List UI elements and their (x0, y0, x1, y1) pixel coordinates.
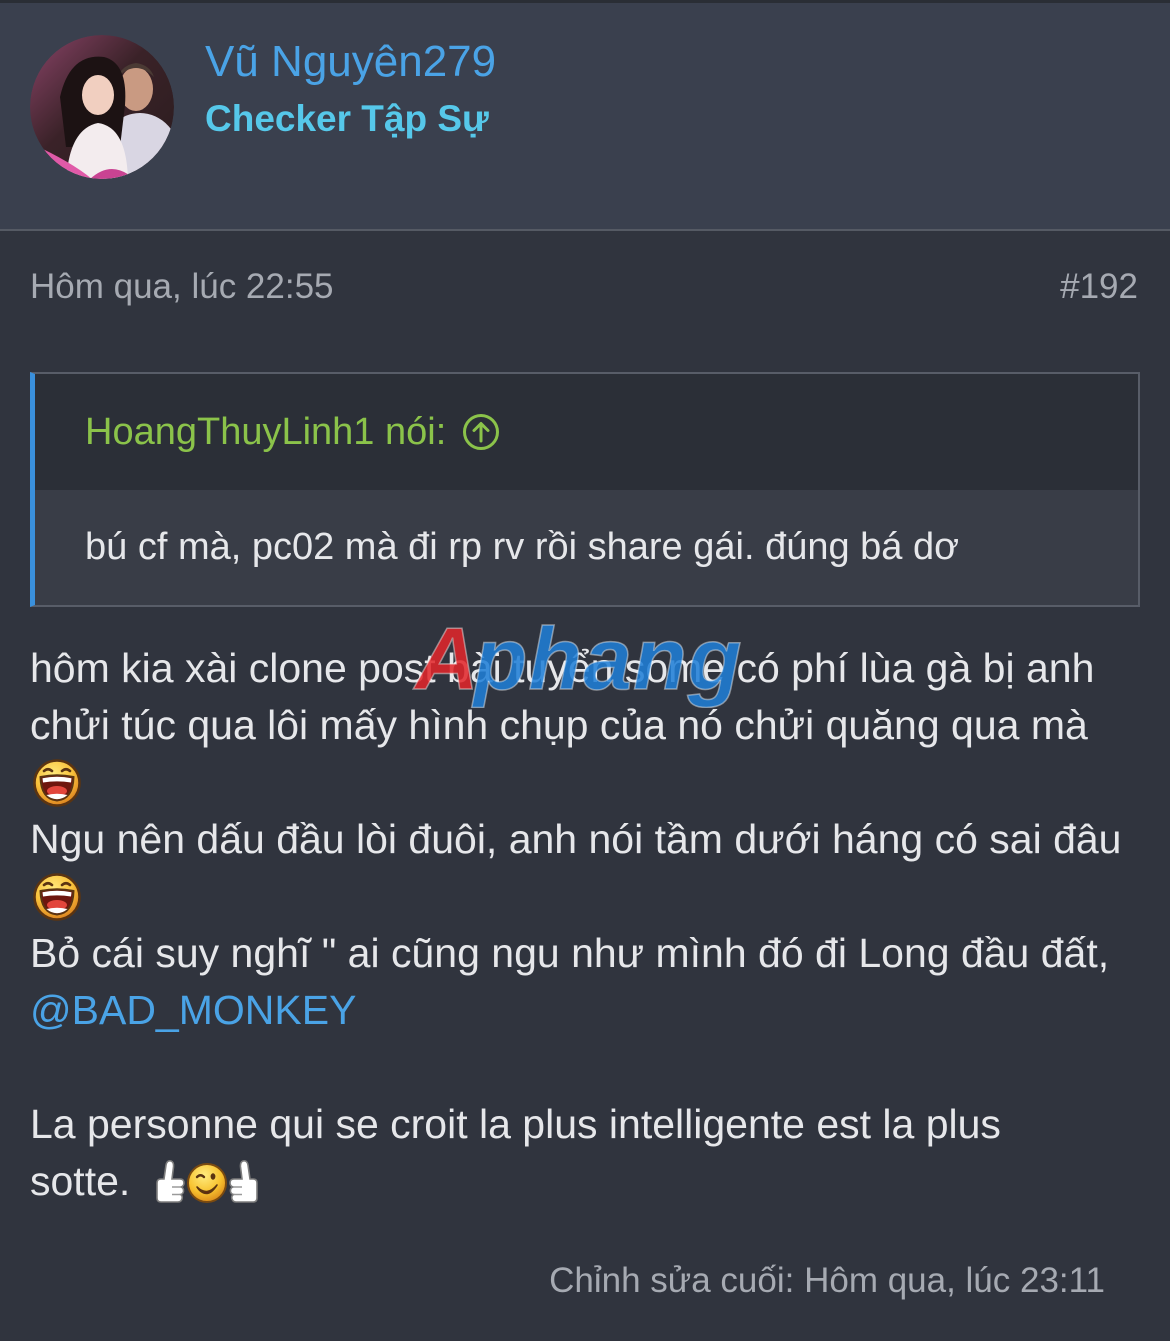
quote-block: HoangThuyLinh1 nói: bú cf mà, pc02 mà đi… (30, 372, 1140, 607)
forum-post: Vũ Nguyên279 Checker Tập Sự Hôm qua, lúc… (0, 0, 1170, 1341)
arrow-up-circle-icon[interactable] (462, 413, 500, 451)
post-author-header: Vũ Nguyên279 Checker Tập Sự (0, 0, 1170, 231)
username-link[interactable]: Vũ Nguyên279 (205, 37, 496, 87)
user-title: Checker Tập Sự (205, 98, 489, 139)
user-mention-link[interactable]: @BAD_MONKEY (30, 987, 356, 1033)
quote-content: bú cf mà, pc02 mà đi rp rv rồi share gái… (85, 526, 960, 568)
message-line-mention: @BAD_MONKEY (30, 982, 1140, 1039)
message-line: Ngu nên dấu đầu lòi đuôi, anh nói tầm dư… (30, 816, 1122, 862)
emoji-line (30, 868, 1140, 925)
message-line-with-emoji: sotte. (30, 1153, 1140, 1210)
post-number-link[interactable]: #192 (1060, 267, 1138, 307)
message-line: La personne qui se croit la plus intelli… (30, 1101, 1001, 1147)
thumbs-up-wink-icon (152, 1156, 262, 1208)
post-message-body: hôm kia xài clone post bài tuyển some có… (30, 640, 1140, 1210)
message-line: sotte. (30, 1158, 131, 1204)
quote-author-label[interactable]: HoangThuyLinh1 nói: (85, 411, 446, 454)
message-line: chửi túc qua lôi mấy hình chụp của nó ch… (30, 702, 1088, 748)
post-date-link[interactable]: Hôm qua, lúc 22:55 (30, 267, 334, 307)
laughing-face-icon (32, 758, 82, 808)
laughing-face-icon (32, 872, 82, 922)
quote-header: HoangThuyLinh1 nói: (35, 374, 1138, 490)
message-line: hôm kia xài clone post bài tuyển some có… (30, 645, 1095, 691)
message-line: Bỏ cái suy nghĩ " ai cũng ngu như mình đ… (30, 930, 1110, 976)
avatar[interactable] (30, 35, 174, 179)
quote-source-link[interactable]: HoangThuyLinh1 nói: (85, 411, 500, 454)
avatar-photo (30, 35, 174, 179)
last-edited-note: Chỉnh sửa cuối: Hôm qua, lúc 23:11 (549, 1261, 1105, 1300)
emoji-line (30, 754, 1140, 811)
